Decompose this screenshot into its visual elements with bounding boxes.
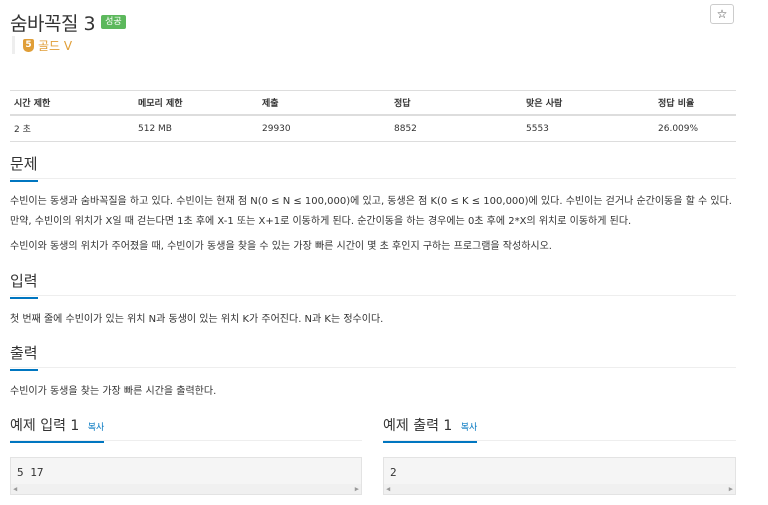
output-section-title: 출력 xyxy=(10,342,38,371)
status-badge: 성공 xyxy=(101,15,126,29)
value-ratio: 26.009% xyxy=(654,115,736,142)
section-divider xyxy=(10,295,736,296)
value-submissions: 29930 xyxy=(258,115,390,142)
sample-input-title: 예제 입력 1 복사 xyxy=(10,415,105,443)
header-solvers: 맞은 사람 xyxy=(522,90,654,116)
horizontal-scrollbar[interactable]: ◀ ▶ xyxy=(11,484,361,494)
scroll-right-icon[interactable]: ▶ xyxy=(729,485,733,493)
header-ratio: 정답 비율 xyxy=(654,90,736,116)
problem-title: 숨바꼭질 3 xyxy=(10,12,96,35)
problem-question: 수빈이와 동생의 위치가 주어졌을 때, 수빈이가 동생을 찾을 수 있는 가장… xyxy=(10,241,552,252)
value-memory-limit: 512 MB xyxy=(134,115,258,142)
value-accepted: 8852 xyxy=(390,115,522,142)
section-divider xyxy=(10,367,736,368)
problem-header: 숨바꼭질 3 성공 xyxy=(10,8,126,36)
tier-icon: 5 xyxy=(23,38,34,52)
input-section-title: 입력 xyxy=(10,270,38,299)
info-value-row: 2 초 512 MB 29930 8852 5553 26.009% xyxy=(10,115,736,142)
header-time-limit: 시간 제한 xyxy=(10,90,134,116)
sample-output-box[interactable]: 2 ◀ ▶ xyxy=(383,457,736,495)
copy-input-button[interactable]: 복사 xyxy=(88,423,105,433)
horizontal-scrollbar[interactable]: ◀ ▶ xyxy=(384,484,735,494)
header-accepted: 정답 xyxy=(390,90,522,116)
input-description: 첫 번째 줄에 수빈이가 있는 위치 N과 동생이 있는 위치 K가 주어진다.… xyxy=(10,314,384,325)
sample-output-value: 2 xyxy=(390,466,397,479)
header-submissions: 제출 xyxy=(258,90,390,116)
star-button[interactable]: ☆ xyxy=(710,4,734,24)
scroll-left-icon[interactable]: ◀ xyxy=(386,485,390,493)
section-divider xyxy=(10,178,736,179)
tier-label[interactable]: 골드 V xyxy=(38,37,72,54)
value-solvers: 5553 xyxy=(522,115,654,142)
sample-output-label: 예제 출력 1 xyxy=(383,418,453,434)
sample-output-title: 예제 출력 1 복사 xyxy=(383,415,478,443)
problem-section-title: 문제 xyxy=(10,153,38,182)
sample-input-label: 예제 입력 1 xyxy=(10,418,80,434)
star-icon: ☆ xyxy=(716,7,728,21)
copy-output-button[interactable]: 복사 xyxy=(461,423,478,433)
sample-input-box[interactable]: 5 17 ◀ ▶ xyxy=(10,457,362,495)
problem-description: 수빈이는 동생과 숨바꼭질을 하고 있다. 수빈이는 현재 점 N(0 ≤ N … xyxy=(10,196,732,227)
scroll-right-icon[interactable]: ▶ xyxy=(355,485,359,493)
sample-input-value: 5 17 xyxy=(17,466,44,479)
tier-block: 5 골드 V xyxy=(12,36,72,54)
header-memory-limit: 메모리 제한 xyxy=(134,90,258,116)
scroll-left-icon[interactable]: ◀ xyxy=(13,485,17,493)
info-header-row: 시간 제한 메모리 제한 제출 정답 맞은 사람 정답 비율 xyxy=(10,90,736,116)
output-description: 수빈이가 동생을 찾는 가장 빠른 시간을 출력한다. xyxy=(10,386,217,397)
value-time-limit: 2 초 xyxy=(10,115,134,142)
problem-info-table: 시간 제한 메모리 제한 제출 정답 맞은 사람 정답 비율 2 초 512 M… xyxy=(10,90,736,142)
